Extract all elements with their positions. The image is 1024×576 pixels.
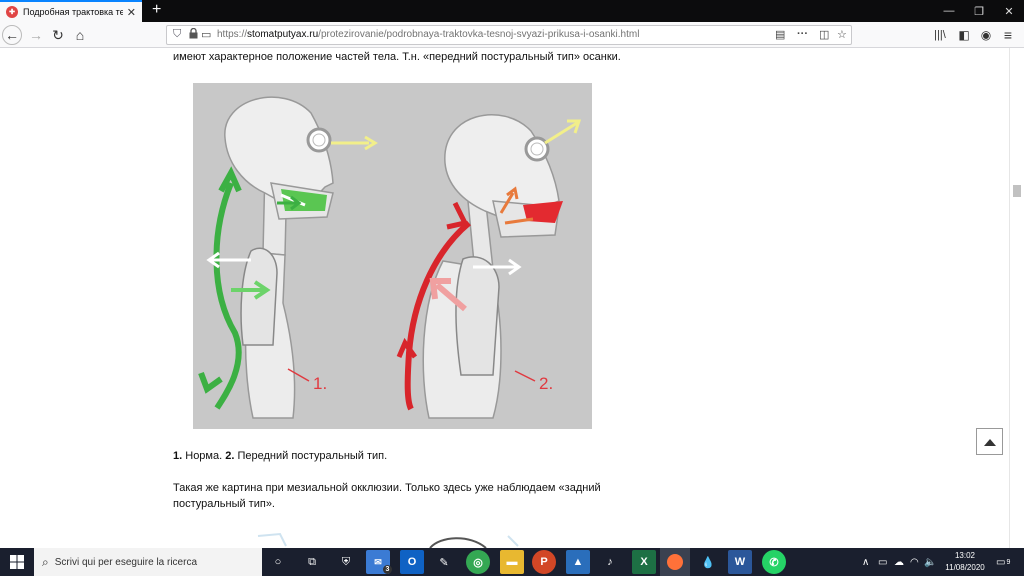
- pocket-icon[interactable]: ◫: [819, 28, 829, 41]
- clock-date: 11/08/2020: [945, 563, 985, 572]
- restore-button[interactable]: ❐: [964, 0, 994, 22]
- url-bar[interactable]: ⛉ ▭ https://stomatputyax.ru/protezirovan…: [166, 25, 852, 45]
- page-actions-icon[interactable]: ···: [797, 28, 808, 40]
- spine-curve-normal: [213, 181, 242, 410]
- caption-text-1: Норма.: [182, 450, 226, 462]
- tab-active[interactable]: ✚ Подробная трактовка тесной ✕: [0, 0, 142, 22]
- tab-close-icon[interactable]: ✕: [127, 6, 136, 19]
- outlook-icon[interactable]: O: [400, 550, 424, 574]
- mail-badge: 3: [383, 565, 392, 574]
- system-clock[interactable]: 13:02 11/08/2020: [940, 550, 990, 574]
- paragraph-line-2: постуральный тип».: [173, 498, 275, 510]
- close-window-button[interactable]: ✕: [994, 0, 1024, 22]
- photos-icon[interactable]: ▲: [566, 550, 590, 574]
- lock-icon[interactable]: [189, 27, 198, 42]
- drop-app-icon[interactable]: 💧: [696, 550, 720, 574]
- figure-caption: 1. Норма. 2. Передний постуральный тип.: [173, 448, 387, 464]
- chrome-icon[interactable]: ◎: [466, 550, 490, 574]
- clock-time: 13:02: [954, 551, 976, 560]
- file-explorer-icon[interactable]: ▬: [500, 550, 524, 574]
- notifications-icon[interactable]: ▭ 9: [996, 548, 1010, 576]
- windows-start-button[interactable]: [0, 548, 34, 576]
- url-path: /protezirovanie/podrobnaya-traktovka-tes…: [318, 29, 640, 40]
- minimize-button[interactable]: —: [934, 0, 964, 22]
- menu-icon[interactable]: ≡: [998, 25, 1018, 45]
- posture-figure: 1. 2.: [193, 83, 592, 429]
- scrollbar-thumb[interactable]: [1013, 185, 1021, 197]
- page-content: имеют характерное положение частей тела.…: [0, 48, 1010, 548]
- music-icon[interactable]: ♪: [598, 550, 622, 574]
- bookmark-star-icon[interactable]: ☆: [837, 28, 847, 41]
- mail-app-icon[interactable]: ✉ 3: [366, 550, 392, 574]
- feather-app-icon[interactable]: ✎: [432, 550, 456, 574]
- navigation-bar: ← → ↻ ⌂ ⛉ ▭ https://stomatputyax.ru/prot…: [0, 22, 1024, 48]
- tracking-shield-icon[interactable]: ⛉: [173, 28, 181, 41]
- tab-strip: ✚ Подробная трактовка тесной ✕ + — ❐ ✕: [0, 0, 1024, 22]
- intro-text: имеют характерное положение частей тела.…: [173, 51, 621, 63]
- network-icon[interactable]: ▭: [878, 548, 887, 576]
- caption-text-2: Передний постуральный тип.: [234, 450, 388, 462]
- task-view-icon[interactable]: ⧉: [300, 550, 324, 574]
- caption-number-1: 1.: [173, 450, 183, 462]
- reload-button[interactable]: ↻: [48, 25, 68, 45]
- new-tab-button[interactable]: +: [152, 2, 161, 18]
- next-image-partial: [250, 528, 610, 548]
- excel-icon[interactable]: X: [632, 550, 656, 574]
- back-button[interactable]: ←: [2, 25, 22, 45]
- sidebar-icon[interactable]: ◧: [954, 25, 974, 45]
- page-scrollbar[interactable]: [1009, 48, 1024, 548]
- tray-chevron-icon[interactable]: ∧: [862, 548, 869, 576]
- reader-view-icon[interactable]: ▤: [775, 28, 785, 41]
- onedrive-icon[interactable]: ☁: [894, 548, 904, 576]
- search-icon: ⌕: [42, 554, 49, 569]
- tab-title: Подробная трактовка тесной: [23, 7, 123, 17]
- url-host: stomatputyax.ru: [247, 29, 319, 40]
- scroll-to-top-button[interactable]: [976, 428, 1003, 455]
- volume-icon[interactable]: 🔈: [924, 548, 936, 576]
- taskbar-search-box[interactable]: ⌕ Scrivi qui per eseguire la ricerca: [34, 548, 262, 576]
- gaze-arrow-anterior: [544, 121, 578, 145]
- notifications-count: 9: [1006, 558, 1011, 566]
- powerpoint-icon[interactable]: P: [532, 550, 556, 574]
- skeleton-normal: [224, 96, 334, 419]
- word-icon[interactable]: W: [728, 550, 752, 574]
- windows-logo-icon: [10, 555, 24, 569]
- arrow-up-icon: [983, 438, 996, 446]
- url-scheme: https://: [217, 29, 248, 40]
- account-icon[interactable]: ◉: [976, 25, 996, 45]
- security-shield-icon[interactable]: ⛨: [334, 550, 358, 574]
- wifi-icon[interactable]: ◠: [910, 548, 919, 576]
- site-favicon-icon: ✚: [6, 6, 18, 18]
- firefox-taskbar-icon[interactable]: [660, 548, 690, 576]
- permissions-icon[interactable]: ▭: [201, 28, 211, 41]
- whatsapp-icon[interactable]: ✆: [762, 550, 786, 574]
- library-icon[interactable]: |||\: [930, 25, 950, 45]
- search-placeholder: Scrivi qui per eseguire la ricerca: [54, 556, 198, 568]
- url-text[interactable]: https://stomatputyax.ru/protezirovanie/p…: [217, 29, 639, 40]
- figure-label-1: 1.: [313, 374, 327, 393]
- forward-button[interactable]: →: [26, 25, 46, 45]
- home-button[interactable]: ⌂: [70, 25, 90, 45]
- paragraph-line-1: Такая же картина при мезиальной окклюзии…: [173, 482, 601, 494]
- figure-label-2: 2.: [539, 374, 553, 393]
- cortana-icon[interactable]: ○: [266, 550, 290, 574]
- taskbar: ⌕ Scrivi qui per eseguire la ricerca ○ ⧉…: [0, 548, 1024, 576]
